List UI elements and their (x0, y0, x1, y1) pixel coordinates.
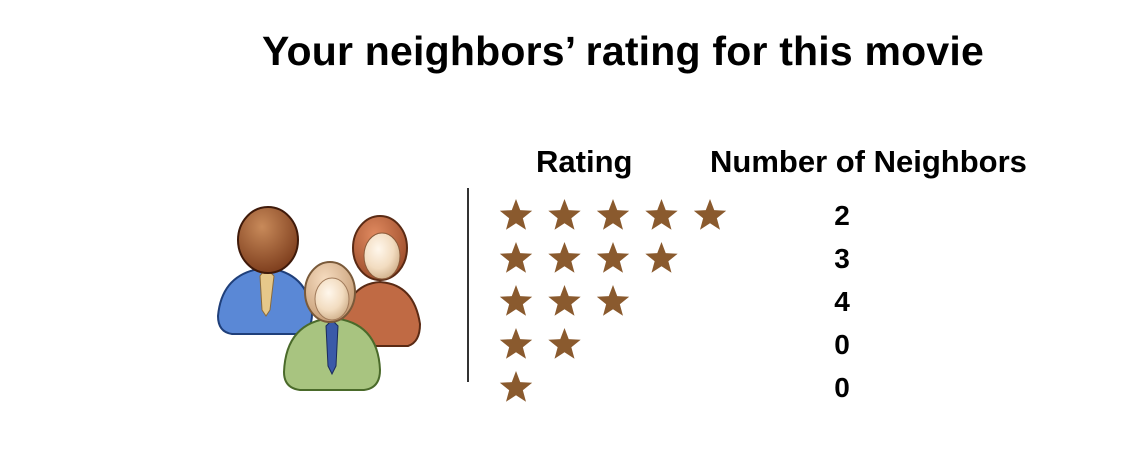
star-icon (499, 285, 533, 316)
neighbor-count-4-star: 3 (834, 243, 850, 274)
star-icon (499, 199, 533, 230)
star-icon (499, 242, 533, 273)
neighbor-count-3-star: 4 (834, 286, 850, 317)
neighbor-count-1-star: 0 (834, 372, 850, 403)
divider-line (467, 188, 469, 382)
chart-title: Your neighbors’ rating for this movie (262, 28, 984, 74)
group-of-people-icon (216, 206, 422, 391)
star-icon (596, 285, 630, 316)
star-icon (645, 199, 678, 230)
neighbor-count-5-star: 2 (834, 200, 850, 231)
star-icon (499, 371, 533, 402)
neighbors-column-header: Number of Neighbors (710, 144, 1027, 179)
person-left (216, 206, 314, 335)
rating-column-header: Rating (536, 144, 633, 179)
star-icon (693, 199, 727, 230)
rating-stars (499, 199, 727, 402)
star-icon (499, 328, 533, 359)
neighbor-count-2-star: 0 (834, 329, 850, 360)
star-icon (548, 242, 581, 273)
star-icon (548, 199, 581, 230)
star-icon (596, 199, 630, 230)
star-icon (596, 242, 630, 273)
star-icon (548, 285, 581, 316)
star-icon (645, 242, 678, 273)
star-icon (548, 328, 581, 359)
